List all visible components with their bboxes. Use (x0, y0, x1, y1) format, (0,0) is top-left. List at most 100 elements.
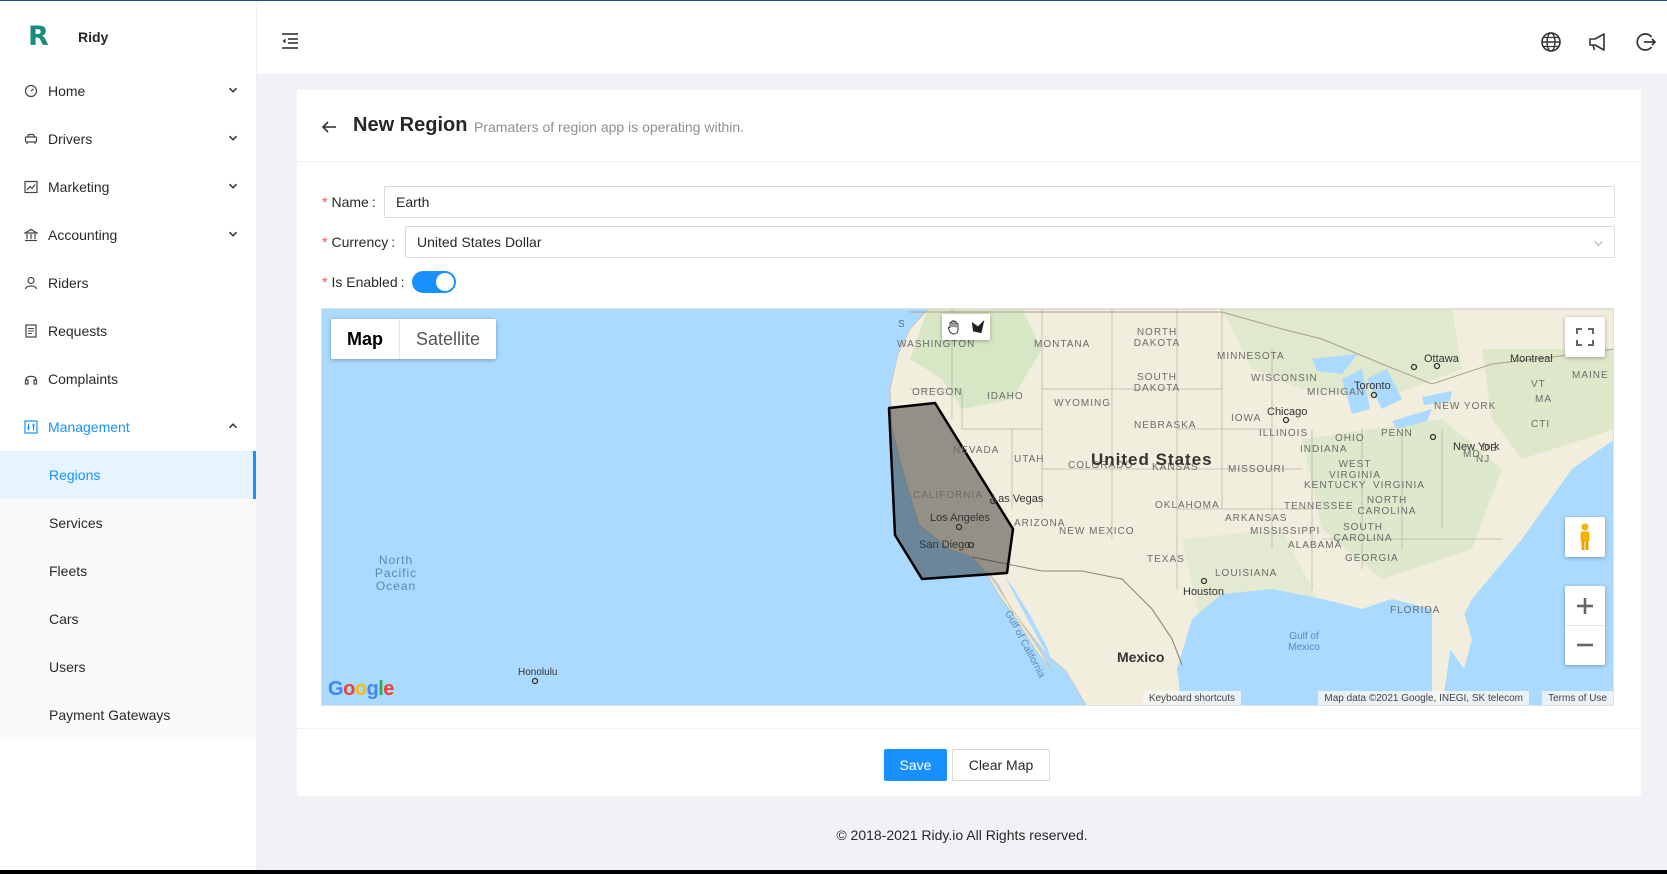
keyboard-shortcuts-link[interactable]: Keyboard shortcuts (1142, 691, 1241, 705)
map-label-country: United States (1091, 450, 1213, 469)
map-label-state: NEW MEXICO (1059, 526, 1135, 537)
sidebar-item-drivers[interactable]: Drivers (0, 115, 256, 163)
sidebar-item-fleets[interactable]: Fleets (0, 547, 256, 595)
map-label-city: Honolulu (518, 667, 558, 678)
globe-icon[interactable] (1540, 31, 1562, 53)
sidebar-item-payment-gateways[interactable]: Payment Gateways (0, 691, 256, 739)
draw-polygon-icon[interactable] (966, 314, 990, 340)
map-label-city: San Diego (919, 539, 971, 551)
region-map[interactable]: WASHINGTON MONTANA NORTH DAKOTA MINNESOT… (321, 308, 1614, 706)
enabled-label: Is Enabled (331, 274, 398, 290)
sidebar-item-accounting[interactable]: Accounting (0, 211, 256, 259)
bank-icon (24, 228, 38, 242)
name-label: Name (331, 194, 369, 210)
terms-of-use-link[interactable]: Terms of Use (1542, 691, 1613, 705)
map-type-control: Map Satellite (331, 319, 497, 359)
required-mark: * (322, 274, 328, 290)
map-label-state: MISSISSIPPI (1250, 526, 1321, 537)
map-label-country: Mexico (1117, 649, 1165, 665)
pegman-icon (1580, 523, 1590, 550)
fullscreen-icon (1576, 328, 1594, 346)
name-input[interactable]: Earth (384, 186, 1615, 218)
currency-select[interactable]: United States Dollar (405, 226, 1615, 258)
notification-icon[interactable] (1587, 31, 1609, 53)
map-label-city: Chicago (1267, 406, 1308, 418)
sidebar-item-complaints[interactable]: Complaints (0, 355, 256, 403)
sidebar-item-label: Riders (48, 275, 89, 291)
map-label-state: LOUISIANA (1215, 568, 1278, 579)
sidebar-item-services[interactable]: Services (0, 499, 256, 547)
map-label-state: NEW YORK (1434, 401, 1497, 412)
zoom-out-button[interactable] (1565, 626, 1605, 665)
minus-icon (1577, 643, 1593, 647)
map-type-map-button[interactable]: Map (331, 319, 400, 359)
map-label-state: UTAH (1014, 454, 1045, 465)
sidebar-item-riders[interactable]: Riders (0, 259, 256, 307)
label-colon: : (391, 234, 396, 250)
back-arrow-icon[interactable] (321, 119, 337, 135)
sidebar-item-regions[interactable]: Regions (0, 451, 256, 499)
map-canvas[interactable] (322, 309, 1614, 706)
pan-hand-icon[interactable] (942, 314, 966, 340)
sidebar-item-users[interactable]: Users (0, 643, 256, 691)
sidebar-item-label: Requests (48, 323, 108, 339)
app-root: R Ridy Home Drivers Marketing Accounting (0, 0, 1667, 870)
switch-knob (436, 273, 454, 291)
sidebar-item-requests[interactable]: Requests (0, 307, 256, 355)
chevron-down-icon (1594, 241, 1603, 247)
map-label-state: MINNESOTA (1217, 351, 1285, 362)
map-label-city: Toronto (1354, 380, 1391, 392)
map-label-state: CALIFORNIA (913, 490, 984, 501)
management-submenu: Regions Services Fleets Cars Users Payme… (0, 451, 256, 739)
map-label-state: OREGON (912, 387, 963, 398)
menu-fold-icon[interactable] (280, 32, 300, 50)
fullscreen-button[interactable] (1565, 317, 1605, 357)
sidebar-item-label: Home (48, 83, 86, 99)
enabled-form-item: * Is Enabled : (322, 266, 405, 298)
car-icon (24, 132, 38, 146)
map-label-state: MISSOURI (1228, 464, 1286, 475)
save-button[interactable]: Save (884, 749, 947, 781)
map-label-state: ILLINOIS (1259, 428, 1309, 439)
sidebar-item-home[interactable]: Home (0, 67, 256, 115)
page-subtitle: Pramaters of region app is operating wit… (474, 119, 745, 135)
clear-map-button[interactable]: Clear Map (952, 749, 1050, 781)
map-label-state: WYOMING (1054, 398, 1111, 409)
sidebar-item-cars[interactable]: Cars (0, 595, 256, 643)
top-header (257, 1, 1667, 74)
label-colon: : (400, 274, 405, 290)
dashboard-icon (24, 84, 38, 98)
map-label-state: MONTANA (1034, 339, 1091, 350)
sidebar-item-label: Management (48, 419, 130, 435)
chart-icon (24, 180, 38, 194)
map-label-state: NEVADA (953, 445, 1000, 456)
map-label-state: INDIANA (1300, 444, 1348, 455)
map-label-state: ARIZONA (1014, 518, 1066, 529)
currency-form-item: * Currency : (322, 226, 395, 258)
map-label-city: Houston (1183, 586, 1224, 598)
map-type-satellite-button[interactable]: Satellite (400, 319, 496, 359)
map-label-state: VIRGINIA (1373, 480, 1425, 491)
map-label-state: OKLAHOMA (1155, 500, 1220, 511)
sidebar-item-management[interactable]: Management (0, 403, 256, 451)
map-label-state: KENTUCKY (1304, 480, 1367, 491)
logout-icon[interactable] (1634, 31, 1656, 53)
chevron-down-icon (228, 183, 238, 189)
map-label-state: TEXAS (1147, 554, 1185, 565)
map-label-state: SOUTH DAKOTA (1133, 372, 1181, 394)
required-mark: * (322, 194, 328, 210)
street-view-button[interactable] (1565, 517, 1605, 557)
map-label-state: NJ (1476, 454, 1491, 465)
map-label-state: PENN (1381, 428, 1413, 439)
logo[interactable]: R Ridy (28, 21, 108, 52)
label-colon: : (371, 194, 376, 210)
sidebar-item-label: Complaints (48, 371, 119, 387)
zoom-in-button[interactable] (1565, 587, 1605, 626)
map-label-city: New York (1453, 441, 1500, 453)
google-logo: Google (328, 678, 394, 700)
map-label-state: NEBRASKA (1134, 420, 1197, 431)
enabled-switch[interactable] (412, 271, 456, 293)
sidebar-item-label: Drivers (48, 131, 93, 147)
map-label-state: ARKANSAS (1225, 513, 1288, 524)
sidebar-item-marketing[interactable]: Marketing (0, 163, 256, 211)
